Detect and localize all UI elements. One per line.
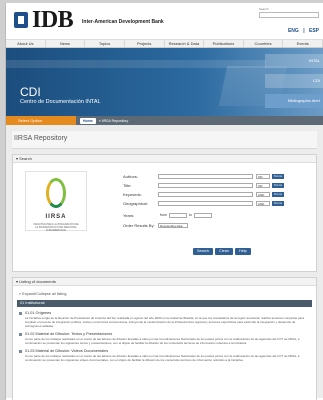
search-panel-header[interactable]: ▾ Search xyxy=(13,155,316,163)
geographical-terms-button[interactable]: Terms xyxy=(272,200,284,206)
main-nav: About Us News Topics Projects Research &… xyxy=(6,39,323,48)
listing-body: » Expand/Collapse all listing 01 Institu… xyxy=(13,286,316,400)
side-tab-cdi[interactable]: CDI xyxy=(265,74,323,88)
doc-title[interactable]: 01.03 Material de Difusión: Videos Docum… xyxy=(19,349,310,353)
title-label: Title: xyxy=(123,182,132,188)
authors-input[interactable] xyxy=(158,173,253,179)
help-button[interactable]: Help xyxy=(234,248,251,255)
idb-logo[interactable]: IDB xyxy=(12,7,74,33)
main-content: IIRSA Repository ▾ Search IIRSA INICIATI… xyxy=(6,125,323,400)
search-form: IIRSA INICIATIVA PARA LA INTEGRACIÓN DE … xyxy=(13,163,316,271)
search-button[interactable]: Search xyxy=(193,248,214,255)
search-input[interactable] xyxy=(259,12,319,18)
order-label: Order Results By: xyxy=(123,222,155,228)
list-item: 01.02 Material de Difusión: Textos y Pre… xyxy=(19,332,310,345)
nav-research-data[interactable]: Research & Data xyxy=(165,40,205,47)
title-row: Title: OR Terms xyxy=(123,182,284,188)
doc-title-text: 01.03 Material de Difusión: Videos Docum… xyxy=(25,349,109,353)
title-operator-select[interactable]: OR xyxy=(256,182,270,188)
order-row: Order Results By: Descending date xyxy=(123,222,188,228)
breadcrumb: Select Option Home » IIRSA Repository xyxy=(6,116,323,125)
order-select[interactable]: Descending date xyxy=(158,222,188,228)
clean-button[interactable]: Clean xyxy=(215,248,233,255)
lang-separator: | xyxy=(303,28,305,34)
keywords-row: Keywords: AND Terms xyxy=(123,191,284,197)
authors-row: Authors: OR Terms xyxy=(123,173,284,179)
search-label: Search xyxy=(259,7,269,11)
years-from-input[interactable] xyxy=(169,212,187,218)
doc-description: La Iniciativa surgió de la Reunión de Pr… xyxy=(25,316,305,328)
doc-title[interactable]: 01.02 Material de Difusión: Textos y Pre… xyxy=(19,332,310,336)
nav-publications[interactable]: Publications xyxy=(204,40,244,47)
doc-title[interactable]: 01.01 Orígenes xyxy=(19,311,310,315)
bullet-icon xyxy=(19,311,22,315)
bullet-icon xyxy=(19,332,22,336)
doc-description: Como parte de los trabajos realizados en… xyxy=(25,354,300,362)
idb-logo-icon xyxy=(12,9,32,31)
geographical-row: Geographical: AND Terms xyxy=(123,200,284,206)
doc-title-text: 01.01 Orígenes xyxy=(25,311,52,315)
doc-title-text: 01.02 Material de Difusión: Textos y Pre… xyxy=(25,332,113,336)
breadcrumb-current: » IIRSA Repository xyxy=(98,118,129,123)
authors-label: Authors: xyxy=(123,173,138,179)
breadcrumb-current-label: IIRSA Repository xyxy=(101,118,129,123)
keywords-operator-select[interactable]: AND xyxy=(256,191,270,197)
banner-title: CDI xyxy=(20,85,41,99)
listing-panel-header[interactable]: ▾ Listing of documents xyxy=(13,278,316,286)
listing-panel-title: Listing of documents xyxy=(19,279,56,284)
site-header: IDB Inter-American Development Bank Sear… xyxy=(6,3,323,39)
iirsa-logo-caption: INICIATIVA PARA LA INTEGRACIÓN DE LA INF… xyxy=(33,223,79,232)
bullet-icon xyxy=(19,349,22,353)
geographical-input[interactable] xyxy=(158,200,253,206)
breadcrumb-home[interactable]: Home xyxy=(80,117,96,124)
years-to-input[interactable] xyxy=(193,212,212,218)
nav-countries[interactable]: Countries xyxy=(244,40,284,47)
expand-collapse-link[interactable]: » Expand/Collapse all listing xyxy=(19,292,312,296)
side-tab-bibliographic-alert[interactable]: Bibliographic Alert xyxy=(265,94,323,108)
select-option-dropdown[interactable]: Select Option xyxy=(6,116,76,125)
keywords-label: Keywords: xyxy=(123,191,142,197)
lang-eng[interactable]: ENG xyxy=(288,28,299,34)
authors-operator-select[interactable]: OR xyxy=(256,173,270,179)
page-frame: IDB Inter-American Development Bank Sear… xyxy=(5,3,323,400)
title-terms-button[interactable]: Terms xyxy=(272,182,284,188)
iirsa-logo-text: IIRSA xyxy=(45,214,67,220)
listing-panel: ▾ Listing of documents » Expand/Collapse… xyxy=(12,277,317,400)
years-to-label: to xyxy=(189,213,192,217)
lang-esp[interactable]: ESP xyxy=(309,28,319,34)
nav-about-us[interactable]: About Us xyxy=(6,40,46,47)
years-label: Years: xyxy=(123,212,135,218)
banner-subtitle: Centro de Documentación INTAL xyxy=(20,99,101,105)
keywords-terms-button[interactable]: Terms xyxy=(272,191,284,197)
side-tab-intal[interactable]: INTAL xyxy=(265,54,323,68)
search-actions: Search Clean Help xyxy=(193,248,253,255)
search-panel-title: Search xyxy=(19,156,32,161)
nav-projects[interactable]: Projects xyxy=(125,40,165,47)
list-item: 01.01 Orígenes La Iniciativa surgió de l… xyxy=(19,311,310,328)
geographical-label: Geographical: xyxy=(123,200,148,206)
nav-topics[interactable]: Topics xyxy=(85,40,125,47)
page-title: IIRSA Repository xyxy=(12,131,317,149)
years-from-label: from xyxy=(160,213,167,217)
site-search: Search xyxy=(259,7,319,18)
bank-name: Inter-American Development Bank xyxy=(82,19,164,25)
doc-description: Como parte de los trabajos realizados en… xyxy=(25,337,300,345)
keywords-input[interactable] xyxy=(158,191,253,197)
list-item: 01.03 Material de Difusión: Videos Docum… xyxy=(19,349,310,362)
title-input[interactable] xyxy=(158,182,253,188)
idb-logo-text: IDB xyxy=(32,7,74,33)
iirsa-logo: IIRSA INICIATIVA PARA LA INTEGRACIÓN DE … xyxy=(25,171,87,232)
iirsa-swirl-icon xyxy=(46,178,66,208)
language-switcher: ENG | ESP xyxy=(285,28,319,34)
geographical-operator-select[interactable]: AND xyxy=(256,200,270,206)
nav-events[interactable]: Events xyxy=(283,40,323,47)
group-institutional[interactable]: 01 Institutional xyxy=(17,300,312,307)
cdi-banner: CDI Centro de Documentación INTAL INTAL … xyxy=(6,48,323,116)
banner-side-tabs: INTAL CDI Bibliographic Alert xyxy=(265,48,323,116)
authors-terms-button[interactable]: Terms xyxy=(272,173,284,179)
years-row: Years: from to xyxy=(123,212,212,218)
search-panel: ▾ Search IIRSA INICIATIVA PARA LA INTEGR… xyxy=(12,154,317,272)
nav-news[interactable]: News xyxy=(46,40,86,47)
